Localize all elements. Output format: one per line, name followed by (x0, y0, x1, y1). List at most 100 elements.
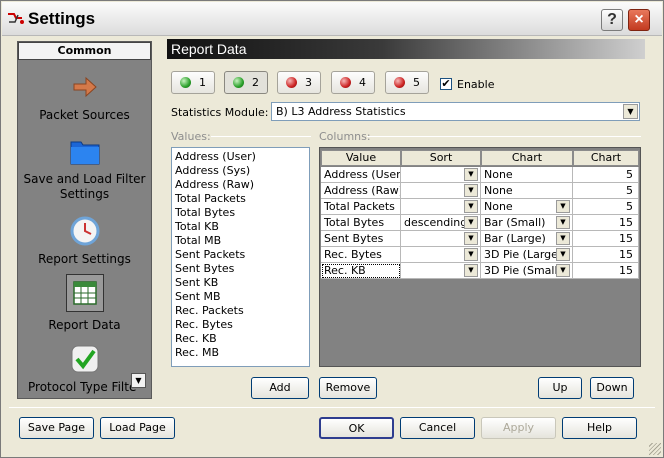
green-led-icon (233, 77, 244, 88)
cancel-button[interactable]: Cancel (400, 417, 475, 439)
list-item[interactable]: Address (Raw) (175, 178, 254, 192)
title-bar[interactable]: Settings ? × (2, 2, 662, 36)
up-button[interactable]: Up (538, 377, 582, 399)
app-icon (8, 13, 24, 24)
list-item[interactable]: Total Bytes (175, 206, 235, 220)
checkmark-icon (71, 345, 98, 373)
remove-button[interactable]: Remove (319, 377, 377, 399)
cell-chart[interactable]: None (481, 183, 573, 199)
list-item[interactable]: Rec. MB (175, 346, 219, 360)
cell-chart-entries[interactable]: 15 (573, 231, 639, 247)
red-led-icon (286, 77, 297, 88)
cell-chart-entries[interactable]: 15 (573, 247, 639, 263)
list-item[interactable]: Sent KB (175, 276, 218, 290)
values-group-label: Values: (171, 130, 211, 143)
cell-value[interactable]: Total Packets (321, 199, 401, 215)
chart-dropdown-icon[interactable]: ▼ (556, 248, 570, 261)
clock-icon (70, 216, 99, 246)
cell-chart-entries[interactable]: 5 (573, 167, 639, 183)
cell-value[interactable]: Address (Raw) (321, 183, 401, 199)
sort-dropdown-icon[interactable]: ▼ (464, 168, 478, 181)
chart-dropdown-icon[interactable]: ▼ (556, 232, 570, 245)
cell-value[interactable]: Sent Bytes (321, 231, 401, 247)
sidebar-item-label: Save and Load Filter Settings (23, 172, 146, 201)
sidebar-item-report-data[interactable]: Report Data (18, 274, 151, 338)
enable-label: Enable (457, 78, 495, 91)
list-item[interactable]: Total Packets (175, 192, 246, 206)
list-item[interactable]: Sent MB (175, 290, 221, 304)
cell-chart[interactable]: None (481, 167, 573, 183)
list-item[interactable]: Rec. KB (175, 332, 217, 346)
sort-dropdown-icon[interactable]: ▼ (464, 232, 478, 245)
page-button-3[interactable]: 3 (277, 71, 321, 94)
values-group-divider (211, 136, 311, 137)
list-item[interactable]: Sent Bytes (175, 262, 234, 276)
sidebar-item-packet-sources[interactable]: Packet Sources (18, 68, 151, 130)
save-page-button[interactable]: Save Page (19, 417, 94, 439)
sort-dropdown-icon[interactable]: ▼ (464, 248, 478, 261)
chart-dropdown-icon[interactable]: ▼ (556, 200, 570, 213)
cell-chart-entries[interactable]: 5 (573, 183, 639, 199)
cell-value[interactable]: Rec. Bytes (321, 247, 401, 263)
enable-checkbox[interactable]: ✔ (440, 78, 452, 90)
down-button[interactable]: Down (590, 377, 634, 399)
apply-button[interactable]: Apply (481, 417, 556, 439)
list-item[interactable]: Total KB (175, 220, 219, 234)
page-title: Report Data (167, 39, 645, 59)
chart-dropdown-icon[interactable]: ▼ (556, 264, 570, 277)
list-item[interactable]: Sent Packets (175, 248, 245, 262)
chart-dropdown-icon[interactable]: ▼ (556, 216, 570, 229)
columns-group-label: Columns: (319, 130, 371, 143)
list-item[interactable]: Address (User) (175, 150, 256, 164)
column-header-chart-entries[interactable]: Chart Entries (573, 150, 639, 178)
sort-dropdown-icon[interactable]: ▼ (464, 184, 478, 197)
sidebar-item-report-settings[interactable]: Report Settings (18, 212, 151, 274)
page-button-1[interactable]: 1 (171, 71, 215, 94)
sort-dropdown-icon[interactable]: ▼ (464, 264, 478, 277)
cell-value[interactable]: Address (User) (321, 167, 401, 183)
page-button-5[interactable]: 5 (385, 71, 429, 94)
sidebar-item-save-load[interactable]: Save and Load Filter Settings (18, 132, 151, 204)
list-item[interactable]: Rec. Bytes (175, 318, 233, 332)
page-button-2[interactable]: 2 (224, 71, 268, 94)
list-item[interactable]: Address (Sys) (175, 164, 250, 178)
close-button[interactable]: × (628, 9, 650, 31)
values-list[interactable]: Address (User) Address (Sys) Address (Ra… (171, 147, 310, 367)
columns-table[interactable]: Value Sort Chart Chart Entries Address (… (319, 147, 641, 367)
sidebar-header[interactable]: Common (18, 42, 151, 60)
cell-value[interactable]: Rec. KB (321, 263, 401, 279)
sort-dropdown-icon[interactable]: ▼ (464, 216, 478, 229)
columns-group-divider (367, 136, 641, 137)
arrow-icon (73, 76, 97, 98)
add-button[interactable]: Add (251, 377, 309, 399)
sort-dropdown-icon[interactable]: ▼ (464, 200, 478, 213)
sidebar-item-label: Packet Sources (39, 108, 130, 122)
column-header-sort[interactable]: Sort (401, 150, 481, 166)
footer-divider (9, 407, 655, 408)
sidebar-scroll-down-button[interactable]: ▼ (131, 373, 146, 388)
list-item[interactable]: Total MB (175, 234, 221, 248)
cell-chart-entries[interactable]: 5 (573, 199, 639, 215)
chevron-down-icon[interactable]: ▼ (623, 104, 638, 119)
ok-button[interactable]: OK (319, 417, 394, 439)
statistics-module-value: B) L3 Address Statistics (276, 105, 406, 118)
sidebar: Common Packet Sources Save and Load Filt… (17, 41, 152, 399)
resize-grip[interactable] (649, 443, 661, 455)
sidebar-item-protocol-type-filter[interactable]: Protocol Type Filte (18, 340, 151, 398)
statistics-module-select[interactable]: B) L3 Address Statistics ▼ (271, 102, 640, 121)
column-header-chart[interactable]: Chart (481, 150, 573, 166)
green-led-icon (180, 77, 191, 88)
page-button-4[interactable]: 4 (331, 71, 375, 94)
window-title: Settings (28, 9, 96, 28)
sidebar-item-label: Report Settings (38, 252, 131, 266)
sidebar-item-label: Report Data (48, 318, 121, 332)
column-header-value[interactable]: Value (321, 150, 401, 166)
cell-chart-entries[interactable]: 15 (573, 215, 639, 231)
load-page-button[interactable]: Load Page (100, 417, 175, 439)
cell-value[interactable]: Total Bytes (321, 215, 401, 231)
help-button[interactable]: Help (562, 417, 637, 439)
cell-chart-entries[interactable]: 15 (573, 263, 639, 279)
statistics-module-label: Statistics Module: (171, 106, 269, 119)
list-item[interactable]: Rec. Packets (175, 304, 244, 318)
help-title-button[interactable]: ? (601, 9, 623, 31)
